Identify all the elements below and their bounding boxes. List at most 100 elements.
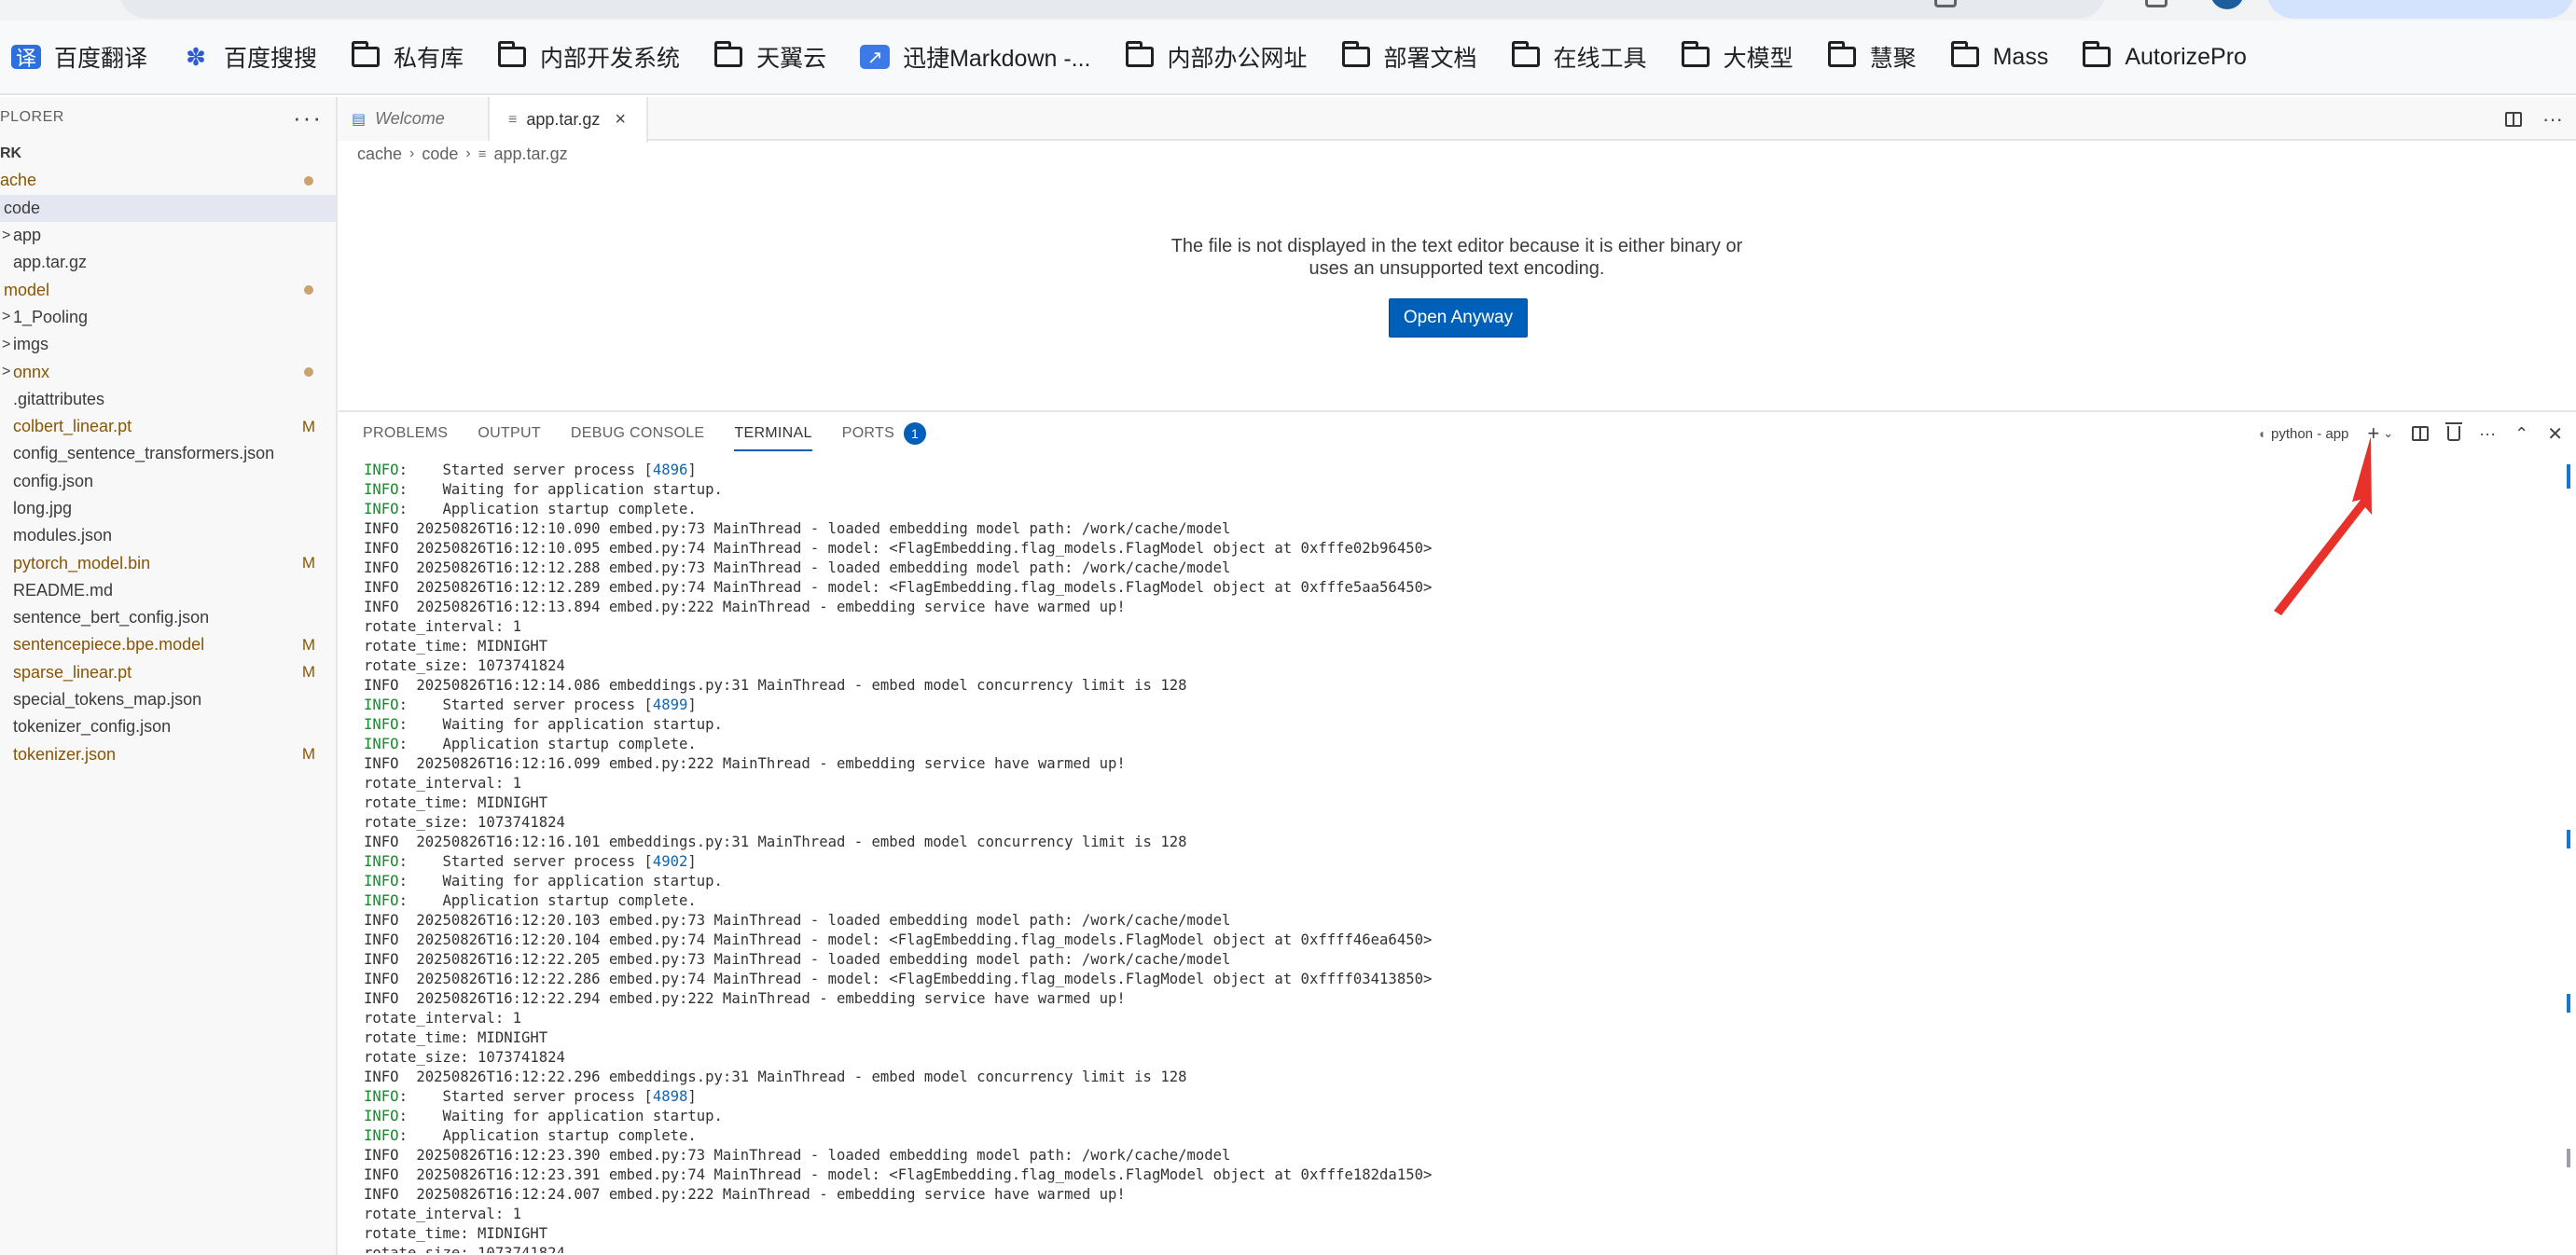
close-icon[interactable]: ×: [615, 109, 626, 131]
folder-shape: [1511, 41, 1540, 67]
bookmark-item[interactable]: 大模型: [1681, 21, 1794, 93]
breadcrumb-item[interactable]: cache: [357, 145, 402, 164]
log-text: 20250826T16:12:24.007 embed.py:222 MainT…: [398, 1186, 1126, 1203]
terminal-line: INFO: Waiting for application startup.: [364, 1107, 2509, 1126]
chevron-right-icon[interactable]: >: [2, 228, 10, 244]
bookmark-label: 迅捷Markdown -...: [903, 46, 1091, 72]
tree-file[interactable]: .gitattributes: [0, 386, 336, 413]
chevron-right-icon[interactable]: >: [2, 364, 10, 380]
log-level: INFO: [364, 853, 399, 870]
bookmark-star-icon[interactable]: [1934, 0, 1957, 7]
bookmark-item[interactable]: 译百度翻译: [11, 21, 148, 93]
bookmark-item[interactable]: 慧聚: [1827, 21, 1917, 93]
log-level: INFO: [364, 579, 399, 596]
tab-ports[interactable]: PORTS 1: [841, 412, 927, 455]
maximize-panel-icon[interactable]: ⌃: [2514, 424, 2528, 444]
tree-file[interactable]: sparse_linear.pt M: [0, 659, 336, 686]
breadcrumb-item[interactable]: code: [422, 145, 458, 164]
tree-item-label: sentencepiece.bpe.model: [13, 635, 205, 655]
folder-shape: [1681, 41, 1710, 67]
tree-file[interactable]: pytorch_model.bin M: [0, 549, 336, 576]
tab-welcome[interactable]: ▤ Welcome: [339, 97, 490, 141]
tree-folder[interactable]: ache: [0, 167, 336, 194]
bookmark-item[interactable]: 在线工具: [1511, 21, 1647, 93]
split-editor-icon[interactable]: [2505, 111, 2523, 127]
terminal-line: INFO: Application startup complete.: [364, 500, 2509, 519]
git-status-badge: M: [301, 635, 315, 654]
tree-folder[interactable]: > imgs: [0, 331, 336, 358]
bookmark-item[interactable]: ↗ 迅捷Markdown -...: [860, 21, 1091, 93]
log-text: 20250826T16:12:12.289 embed.py:74 MainTh…: [398, 579, 1433, 596]
terminal-line: rotate_interval: 1: [364, 774, 2509, 793]
log-text: : Application startup complete.: [398, 736, 697, 752]
tree-item-label: 1_Pooling: [13, 307, 89, 326]
bookmark-item[interactable]: 私有库: [351, 21, 464, 93]
tree-file[interactable]: config.json: [0, 468, 336, 495]
tree-file[interactable]: config_sentence_transformers.json: [0, 440, 336, 467]
chevron-right-icon[interactable]: >: [2, 337, 10, 353]
baidu-translate-icon: 译: [11, 45, 41, 70]
log-level: INFO: [364, 912, 399, 929]
browser-action-pill[interactable]: [2266, 0, 2574, 19]
trash-icon[interactable]: [2445, 422, 2463, 441]
bookmark-label: AutorizePro: [2125, 43, 2247, 70]
log-text: rotate_interval: 1: [364, 775, 521, 792]
tree-file[interactable]: sentence_bert_config.json: [0, 604, 336, 631]
terminal-output[interactable]: INFO: Started server process [4896] INFO:…: [364, 461, 2509, 1253]
tab-app-tar-gz[interactable]: ≡ app.tar.gz ×: [490, 97, 648, 143]
bookmark-item[interactable]: ✽ 百度搜搜: [181, 21, 317, 93]
bookmark-label: 内部开发系统: [540, 46, 681, 72]
tree-file[interactable]: app.tar.gz: [0, 249, 336, 276]
close-panel-icon[interactable]: ✕: [2547, 422, 2563, 446]
terminal-line: rotate_time: MIDNIGHT: [364, 1028, 2509, 1048]
tree-file[interactable]: colbert_linear.pt M: [0, 413, 336, 440]
tree-file[interactable]: modules.json: [0, 522, 336, 549]
tab-problems[interactable]: PROBLEMS: [363, 412, 448, 455]
tree-folder[interactable]: code: [0, 194, 336, 222]
file-icon: ≡: [478, 145, 487, 162]
bookmark-item[interactable]: 内部开发系统: [497, 21, 681, 93]
extensions-icon[interactable]: [2145, 0, 2167, 7]
bookmark-label: 百度翻译: [54, 46, 148, 72]
tree-file[interactable]: tokenizer_config.json: [0, 713, 336, 740]
tree-item-label: config.json: [13, 471, 94, 490]
bookmark-item[interactable]: 内部办公网址: [1125, 21, 1308, 93]
tab-debug-console[interactable]: DEBUG CONSOLE: [571, 412, 705, 455]
bookmark-item[interactable]: 部署文档: [1341, 21, 1477, 93]
modified-dot-icon: [304, 367, 313, 378]
chevron-right-icon[interactable]: >: [2, 309, 10, 325]
address-bar[interactable]: [119, 0, 2106, 19]
tree-file[interactable]: long.jpg: [0, 495, 336, 522]
bookmark-item[interactable]: Mass: [1950, 21, 2048, 93]
tree-file[interactable]: sentencepiece.bpe.model M: [0, 631, 336, 658]
log-text: 20250826T16:12:22.296 embeddings.py:31 M…: [398, 1069, 1187, 1085]
tree-folder[interactable]: >1_Pooling: [0, 304, 336, 331]
more-actions-icon[interactable]: ···: [293, 103, 323, 132]
tree-file[interactable]: special_tokens_map.json: [0, 686, 336, 713]
folder-icon: [1681, 41, 1710, 69]
terminal-line: INFO 20250826T16:12:10.095 embed.py:74 M…: [364, 539, 2509, 559]
folder-icon: [2082, 41, 2112, 69]
profile-avatar[interactable]: [2210, 0, 2244, 9]
more-actions-icon[interactable]: ···: [2479, 424, 2496, 444]
terminal-line: rotate_time: MIDNIGHT: [364, 637, 2509, 656]
log-level: INFO: [364, 892, 399, 909]
tree-folder[interactable]: model: [0, 276, 336, 303]
terminal-line: INFO: Waiting for application startup.: [364, 480, 2509, 500]
open-anyway-button[interactable]: Open Anyway: [1389, 298, 1528, 338]
tree-file[interactable]: README.md: [0, 577, 336, 604]
tab-output[interactable]: OUTPUT: [478, 412, 541, 455]
scroll-mark: [2567, 830, 2570, 848]
tree-root[interactable]: RK: [0, 140, 336, 167]
terminal-line: INFO: Waiting for application startup.: [364, 715, 2509, 735]
more-actions-icon[interactable]: ···: [2542, 107, 2563, 131]
split-terminal-icon[interactable]: [2412, 426, 2430, 441]
tree-folder[interactable]: > app: [0, 222, 336, 249]
tab-label: PORTS: [841, 425, 895, 441]
bookmark-item[interactable]: AutorizePro: [2082, 21, 2247, 93]
tree-folder[interactable]: > onnx: [0, 358, 336, 385]
tab-terminal[interactable]: TERMINAL: [734, 412, 813, 455]
tree-file[interactable]: tokenizer.json M: [0, 741, 336, 768]
bookmark-item[interactable]: 天翼云: [713, 21, 826, 93]
breadcrumb-item[interactable]: app.tar.gz: [494, 145, 568, 164]
